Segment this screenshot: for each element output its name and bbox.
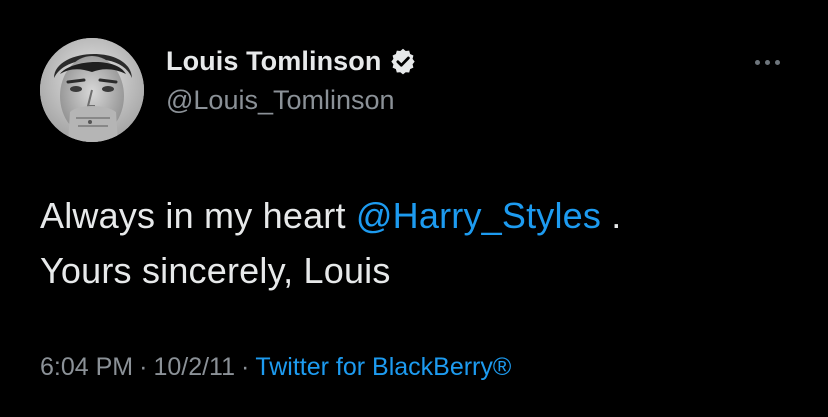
verified-badge-icon bbox=[389, 47, 417, 75]
user-handle[interactable]: @Louis_Tomlinson bbox=[166, 83, 417, 117]
more-dot bbox=[754, 59, 760, 65]
meta-separator: · bbox=[139, 353, 148, 381]
tweet-meta: 6:04 PM · 10/2/11 · Twitter for BlackBerry® bbox=[40, 350, 511, 384]
tweet-line-1: Always in my heart @Harry_Styles . bbox=[40, 188, 800, 243]
avatar-image bbox=[40, 38, 144, 142]
tweet-source-link[interactable]: Twitter for BlackBerry® bbox=[255, 353, 511, 381]
more-horizontal-icon[interactable] bbox=[752, 52, 782, 72]
tweet-header: Louis Tomlinson @Louis_Tomlinson bbox=[166, 44, 417, 117]
avatar[interactable] bbox=[40, 38, 144, 142]
tweet-text: Always in my heart @Harry_Styles . Yours… bbox=[40, 188, 800, 298]
tweet-time[interactable]: 6:04 PM bbox=[40, 353, 133, 381]
tweet-text-before: Always in my heart bbox=[40, 195, 356, 236]
tweet-card: Louis Tomlinson @Louis_Tomlinson Always … bbox=[0, 0, 828, 417]
name-row: Louis Tomlinson bbox=[166, 44, 417, 78]
tweet-date[interactable]: 10/2/11 bbox=[153, 353, 235, 381]
tweet-text-after: . bbox=[601, 195, 622, 236]
more-dot bbox=[764, 59, 770, 65]
mention-link[interactable]: @Harry_Styles bbox=[356, 195, 601, 236]
display-name[interactable]: Louis Tomlinson bbox=[166, 46, 381, 77]
meta-separator: · bbox=[241, 353, 250, 381]
tweet-line-2: Yours sincerely, Louis bbox=[40, 250, 391, 291]
more-dot bbox=[774, 59, 780, 65]
